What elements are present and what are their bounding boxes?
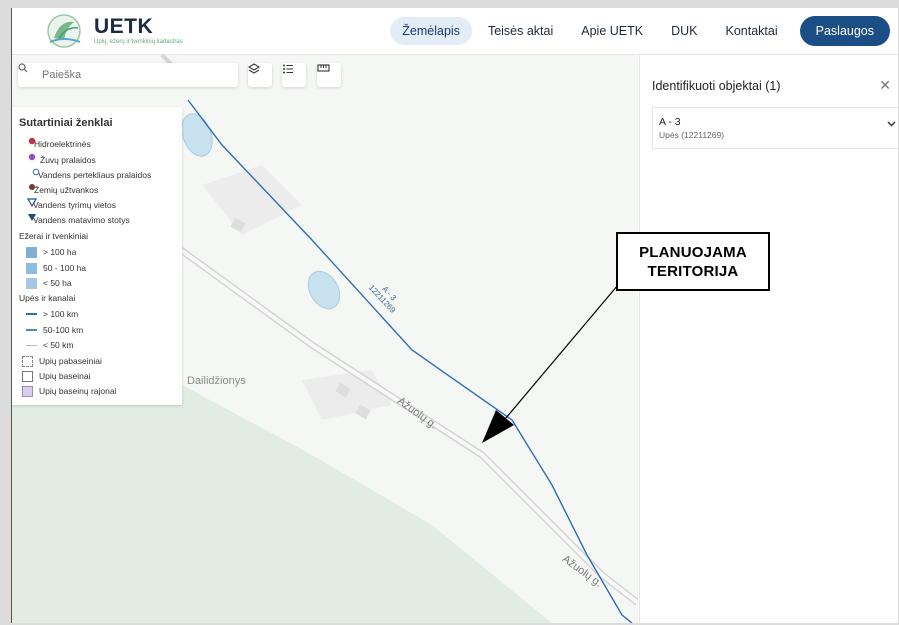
river-line-small <box>26 344 37 346</box>
legend-label: Upių pabaseiniai <box>39 356 102 366</box>
uetk-logo-icon <box>47 14 81 48</box>
measure-button[interactable] <box>317 63 341 87</box>
nav-zemelapis[interactable]: Žemėlapis <box>390 17 472 45</box>
layers-button[interactable] <box>248 63 272 87</box>
panel-title: Identifikuoti objektai (1) <box>652 79 781 93</box>
legend-label: Žuvų pralaidos <box>40 155 96 165</box>
search-bar[interactable] <box>18 63 238 87</box>
legend-list-button[interactable] <box>282 63 306 87</box>
river-line-medium <box>26 329 37 331</box>
legend-item: 50-100 km <box>26 323 83 337</box>
logo[interactable]: UETK Upių, ežerų ir tvenkinių kadastras <box>44 12 183 50</box>
top-header: UETK Upių, ežerų ir tvenkinių kadastras … <box>12 8 898 55</box>
legend-label: > 100 ha <box>43 247 77 257</box>
legend-label: < 50 km <box>43 340 74 350</box>
pond <box>181 113 213 157</box>
chevron-down-icon[interactable] <box>887 118 896 130</box>
legend-label: Žemių užtvankos <box>34 185 99 195</box>
map-canvas[interactable]: Dailidžionys Ažuolų g. Ažuolų g. A - 3 1… <box>12 55 638 623</box>
river-line-large <box>26 313 37 315</box>
legend-label: Upių baseinai <box>39 371 91 381</box>
legend-label: Upių baseinų rajonai <box>39 386 117 396</box>
legend-label: > 100 km <box>43 309 79 319</box>
solid-box-icon <box>22 370 33 382</box>
legend-label: Vandens tyrimų vietos <box>33 200 116 210</box>
main-nav: Žemėlapis Teisės aktai Apie UETK DUK Kon… <box>386 16 890 46</box>
legend-item: < 50 ha <box>26 276 72 290</box>
nav-kontaktai[interactable]: Kontaktai <box>714 17 790 45</box>
legend-item: Hidroelektrinės <box>28 137 91 151</box>
legend-rivers-heading: Upės ir kanalai <box>19 293 76 303</box>
place-label-dailidzionys: Dailidžionys <box>187 375 246 387</box>
lake-swatch-small <box>26 277 37 289</box>
building-lot <box>202 165 302 235</box>
legend-item: Upių baseinų rajonai <box>22 384 117 398</box>
logo-subtitle: Upių, ežerų ir tvenkinių kadastras <box>94 39 183 45</box>
callout-line-2: TERITORIJA <box>647 262 739 280</box>
lake-swatch-medium <box>26 262 37 274</box>
legend-label: Vandens pertekliaus pralaidos <box>38 170 152 180</box>
list-icon <box>283 64 293 74</box>
legend-label: Vandens matavimo stotys <box>33 215 130 225</box>
legend-item: Vandens tyrimų vietos <box>27 198 116 212</box>
layers-icon <box>248 63 260 74</box>
nav-apie-uetk[interactable]: Apie UETK <box>569 17 655 45</box>
dashed-box-icon <box>22 355 33 367</box>
logo-title: UETK <box>94 15 154 38</box>
legend-item: < 50 km <box>26 338 73 352</box>
legend-item: Žemių užtvankos <box>28 183 98 197</box>
legend-label: < 50 ha <box>43 278 72 288</box>
services-button[interactable]: Paslaugos <box>799 16 890 46</box>
close-icon[interactable]: ✕ <box>879 77 891 94</box>
legend-item: Vandens pertekliaus pralaidos <box>32 168 151 182</box>
planned-territory-callout: PLANUOJAMA TERITORIJA <box>616 232 770 291</box>
app-window: UETK Upių, ežerų ir tvenkinių kadastras … <box>11 8 898 623</box>
nav-duk[interactable]: DUK <box>659 17 709 45</box>
ruler-icon <box>317 64 330 72</box>
legend-label: 50-100 km <box>43 325 84 335</box>
legend-item: Upių pabaseiniai <box>22 354 102 368</box>
legend-item: Upių baseinai <box>22 369 91 383</box>
search-input[interactable] <box>40 68 224 82</box>
legend-item: Žuvų pralaidos <box>28 153 96 167</box>
legend-item: 50 - 100 ha <box>26 261 86 275</box>
identified-object-card[interactable]: A - 3 Upės (12211269) <box>652 107 898 149</box>
legend-title: Sutartiniai ženklai <box>19 117 113 129</box>
legend-item: Vandens matavimo stotys <box>27 213 130 227</box>
legend-lakes-heading: Ežerai ir tvenkiniai <box>19 231 88 241</box>
object-type: Upės (12211269) <box>659 130 725 140</box>
identified-objects-panel: Identifikuoti objektai (1) ✕ A - 3 Upės … <box>639 55 898 623</box>
legend-label: 50 - 100 ha <box>43 263 87 273</box>
filled-box-icon <box>22 385 33 397</box>
nav-teises-aktai[interactable]: Teisės aktai <box>476 17 565 45</box>
legend-item: > 100 km <box>26 307 78 321</box>
lake-swatch-large <box>26 246 37 258</box>
callout-line-1: PLANUOJAMA <box>639 243 747 261</box>
legend-item: > 100 ha <box>26 245 76 259</box>
legend-panel: Sutartiniai ženklai Hidroelektrinės Žuvų… <box>12 107 182 405</box>
pond <box>307 270 341 310</box>
legend-label: Hidroelektrinės <box>34 139 91 149</box>
callout-arrow-line <box>499 284 619 426</box>
object-name: A - 3 <box>659 116 681 128</box>
